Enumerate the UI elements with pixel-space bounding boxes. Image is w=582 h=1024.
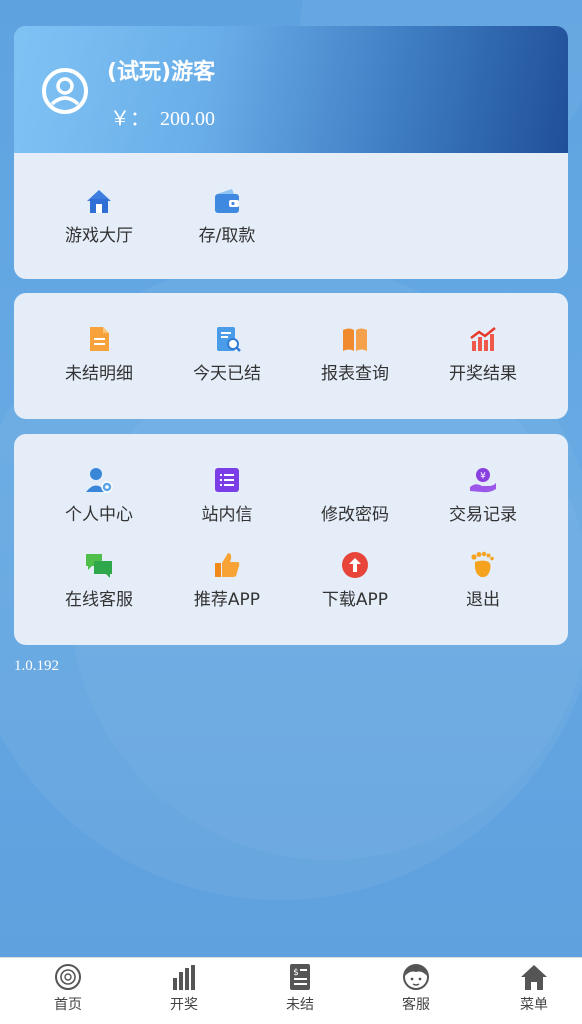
svg-text:$: $ <box>293 968 299 978</box>
tab-home[interactable]: 首页 <box>10 962 126 1014</box>
online-support-button[interactable]: 在线客服 <box>35 550 163 610</box>
account-card: 个人中心 站内信 修改密码 ¥ 交易记录 在线客服 推荐APP 下载APP 退出 <box>14 434 568 645</box>
thumbs-up-icon <box>215 553 240 577</box>
user-name: (试玩)游客 <box>107 60 216 85</box>
user-card: (试玩)游客 ￥： 200.00 游戏大厅 存/取款 <box>14 26 568 279</box>
tab-support-label: 客服 <box>402 997 430 1013</box>
user-header: (试玩)游客 ￥： 200.00 <box>14 26 568 153</box>
app-version: 1.0.192 <box>14 658 59 674</box>
chat-bubbles-icon <box>86 554 112 578</box>
logout-label: 退出 <box>466 590 500 610</box>
tab-draws-label: 开奖 <box>170 997 198 1013</box>
lobby-button[interactable]: 游戏大厅 <box>35 186 163 246</box>
trend-chart-icon <box>470 327 496 351</box>
download-app-button[interactable]: 下载APP <box>291 550 419 610</box>
site-messages-label: 站内信 <box>201 505 253 525</box>
change-password-label: 修改密码 <box>321 505 389 525</box>
wallet-icon <box>215 189 239 213</box>
tab-support[interactable]: 客服 <box>358 962 474 1014</box>
personal-center-button[interactable]: 个人中心 <box>35 465 163 525</box>
report-search-icon <box>217 327 241 352</box>
download-app-label: 下载APP <box>321 590 389 610</box>
change-password-button[interactable]: 修改密码 <box>291 465 419 525</box>
orders-card: 未结明细 今天已结 报表查询 开奖结果 <box>14 293 568 419</box>
lobby-label: 游戏大厅 <box>65 226 133 246</box>
tab-unsettled[interactable]: $ 未结 <box>242 962 358 1014</box>
logout-button[interactable]: 退出 <box>419 550 547 610</box>
wallet-label: 存/取款 <box>198 226 256 246</box>
svg-text:¥: ¥ <box>480 472 486 482</box>
recommend-app-button[interactable]: 推荐APP <box>163 550 291 610</box>
tab-unsettled-label: 未结 <box>286 997 314 1013</box>
money-hand-icon: ¥ <box>470 468 496 493</box>
tab-home-label: 首页 <box>54 997 82 1013</box>
document-icon <box>90 327 109 351</box>
report-query-label: 报表查询 <box>321 364 389 384</box>
personal-center-label: 个人中心 <box>65 505 133 525</box>
user-balance: ￥： 200.00 <box>110 108 215 130</box>
report-query-button[interactable]: 报表查询 <box>291 324 419 384</box>
message-list-icon <box>215 468 239 492</box>
house-icon <box>87 190 111 213</box>
site-messages-button[interactable]: 站内信 <box>163 465 291 525</box>
agent-icon <box>403 964 429 990</box>
transaction-records-label: 交易记录 <box>449 505 517 525</box>
bar-chart-icon <box>173 965 195 990</box>
tab-menu[interactable]: 菜单 <box>476 962 582 1014</box>
transaction-records-button[interactable]: ¥ 交易记录 <box>419 465 547 525</box>
footprint-icon <box>471 551 494 578</box>
home-icon <box>521 965 547 990</box>
recommend-app-label: 推荐APP <box>193 590 261 610</box>
user-circle-icon[interactable] <box>40 66 90 116</box>
book-icon <box>343 328 367 351</box>
bottom-tab-bar: 首页 开奖 $ 未结 客服 菜单 <box>0 957 582 1024</box>
online-support-label: 在线客服 <box>65 590 133 610</box>
unsettled-details-label: 未结明细 <box>65 364 133 384</box>
home-circle-icon <box>55 964 81 990</box>
unsettled-details-button[interactable]: 未结明细 <box>35 324 163 384</box>
user-settings-icon <box>86 468 113 493</box>
settled-today-label: 今天已结 <box>193 364 261 384</box>
tab-draws[interactable]: 开奖 <box>126 962 242 1014</box>
download-arrow-icon <box>342 552 368 578</box>
wallet-button[interactable]: 存/取款 <box>163 186 291 246</box>
receipt-icon: $ <box>290 964 310 990</box>
draw-results-label: 开奖结果 <box>449 364 517 384</box>
draw-results-button[interactable]: 开奖结果 <box>419 324 547 384</box>
tab-menu-label: 菜单 <box>520 997 548 1013</box>
settled-today-button[interactable]: 今天已结 <box>163 324 291 384</box>
